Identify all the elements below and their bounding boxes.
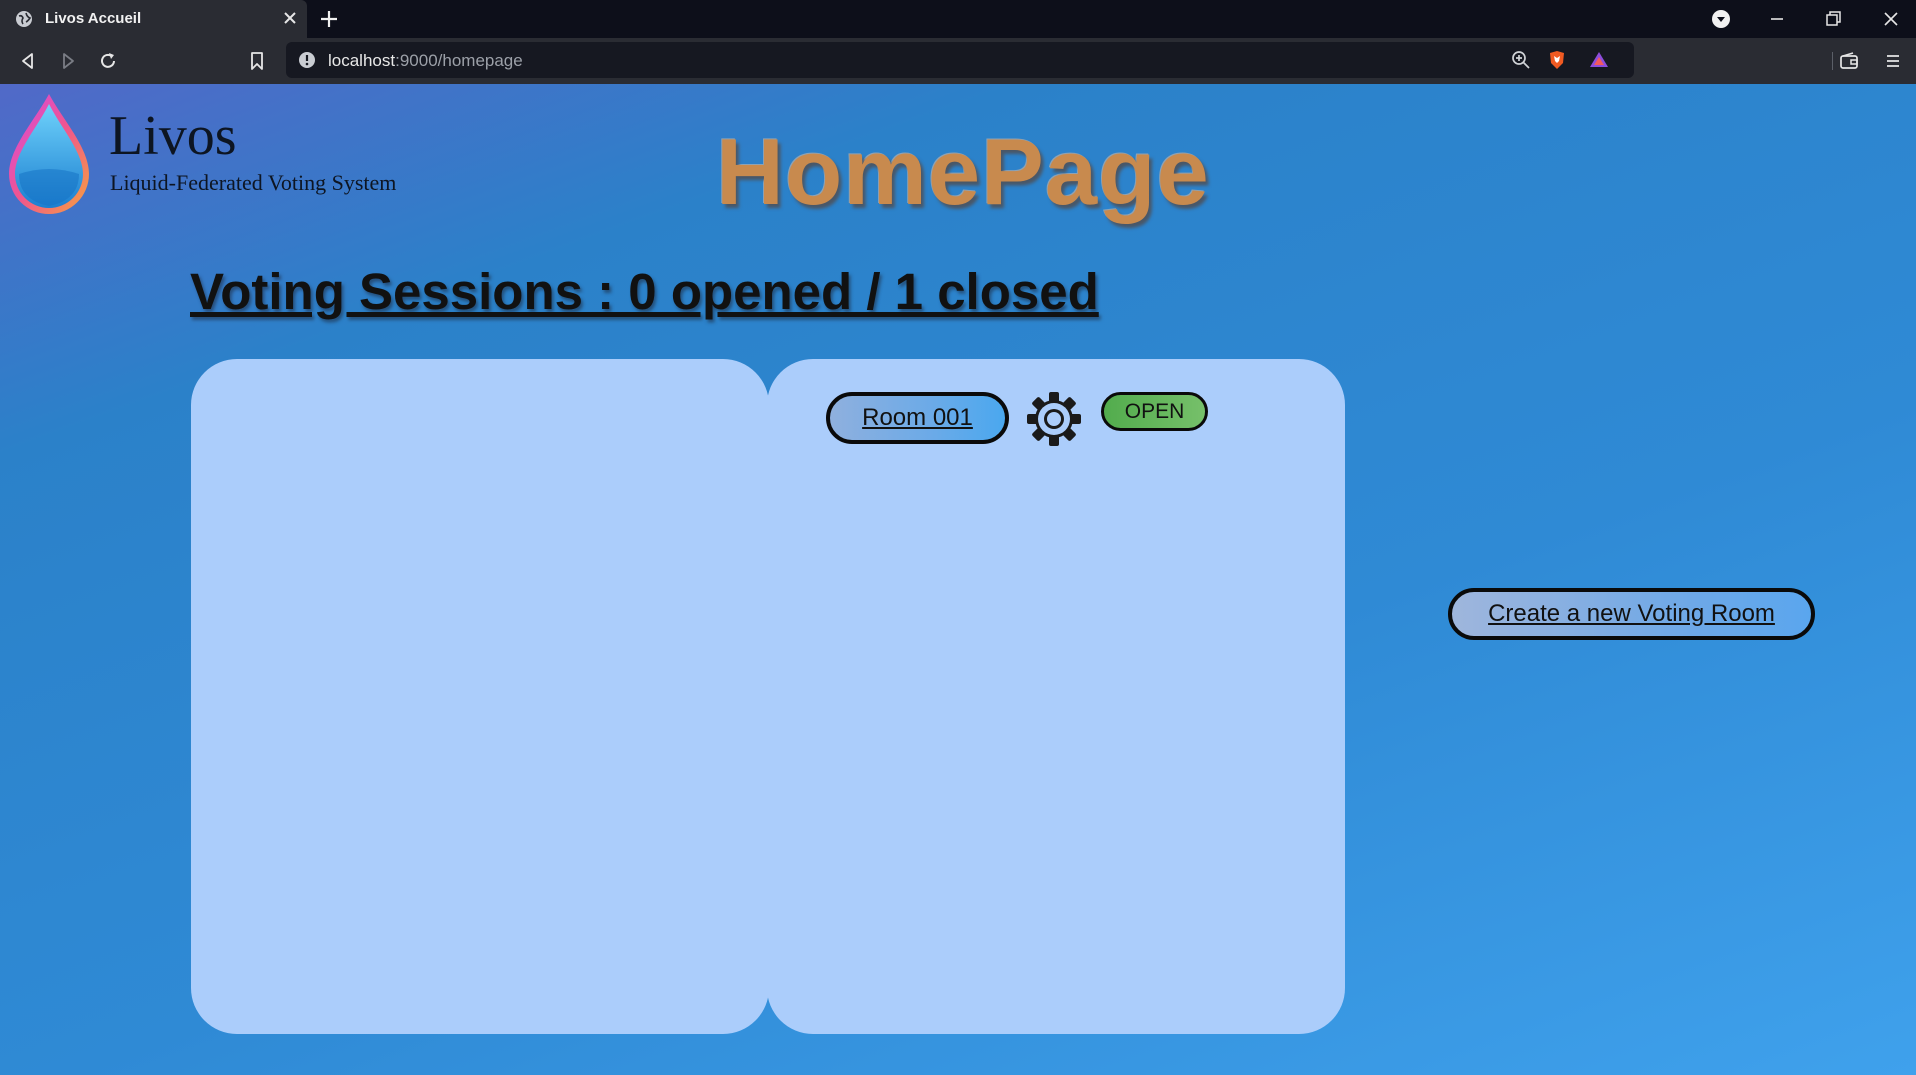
gear-icon[interactable] bbox=[1025, 390, 1083, 448]
brave-rewards-icon[interactable] bbox=[1588, 49, 1610, 71]
restore-icon[interactable] bbox=[1822, 8, 1844, 30]
url-host: localhost bbox=[328, 51, 396, 70]
minimize-icon[interactable] bbox=[1766, 8, 1788, 30]
menu-icon[interactable] bbox=[1882, 50, 1904, 72]
browser-tab[interactable]: Livos Accueil bbox=[0, 0, 307, 38]
address-bar-divider bbox=[1832, 52, 1833, 70]
opened-sessions-panel bbox=[191, 359, 769, 1034]
status-badge: OPEN bbox=[1101, 392, 1208, 431]
brand-name: Livos bbox=[109, 105, 237, 167]
page-title: HomePage bbox=[716, 119, 1210, 224]
url-path: :9000/homepage bbox=[395, 51, 523, 70]
reload-icon[interactable] bbox=[97, 50, 119, 72]
close-window-icon[interactable] bbox=[1880, 8, 1902, 30]
tab-title: Livos Accueil bbox=[45, 10, 142, 27]
globe-icon bbox=[16, 11, 32, 27]
address-bar[interactable]: localhost:9000/homepage bbox=[286, 42, 1833, 78]
room-button[interactable]: Room 001 bbox=[826, 392, 1009, 444]
create-voting-room-button[interactable]: Create a new Voting Room bbox=[1448, 588, 1815, 640]
forward-icon[interactable] bbox=[57, 50, 79, 72]
url-text[interactable]: localhost:9000/homepage bbox=[328, 51, 523, 71]
close-tab-icon[interactable] bbox=[280, 8, 300, 28]
tab-search-icon[interactable] bbox=[1710, 8, 1732, 30]
brand-tagline: Liquid-Federated Voting System bbox=[110, 170, 397, 195]
page-content: Livos Liquid-Federated Voting System Hom… bbox=[0, 84, 1916, 1075]
site-info-icon[interactable] bbox=[298, 51, 316, 69]
livos-drop-logo-icon bbox=[9, 94, 89, 214]
browser-toolbar: localhost:9000/homepage bbox=[0, 38, 1916, 84]
voting-sessions-heading: Voting Sessions : 0 opened / 1 closed bbox=[190, 263, 1099, 320]
wallet-icon[interactable] bbox=[1838, 50, 1860, 72]
zoom-icon[interactable] bbox=[1510, 49, 1532, 71]
brave-shield-icon[interactable] bbox=[1546, 49, 1568, 71]
bookmark-icon[interactable] bbox=[246, 50, 268, 72]
browser-tab-bar: Livos Accueil bbox=[0, 0, 1916, 38]
back-icon[interactable] bbox=[17, 50, 39, 72]
closed-sessions-panel bbox=[767, 359, 1345, 1034]
new-tab-icon[interactable] bbox=[318, 8, 340, 30]
